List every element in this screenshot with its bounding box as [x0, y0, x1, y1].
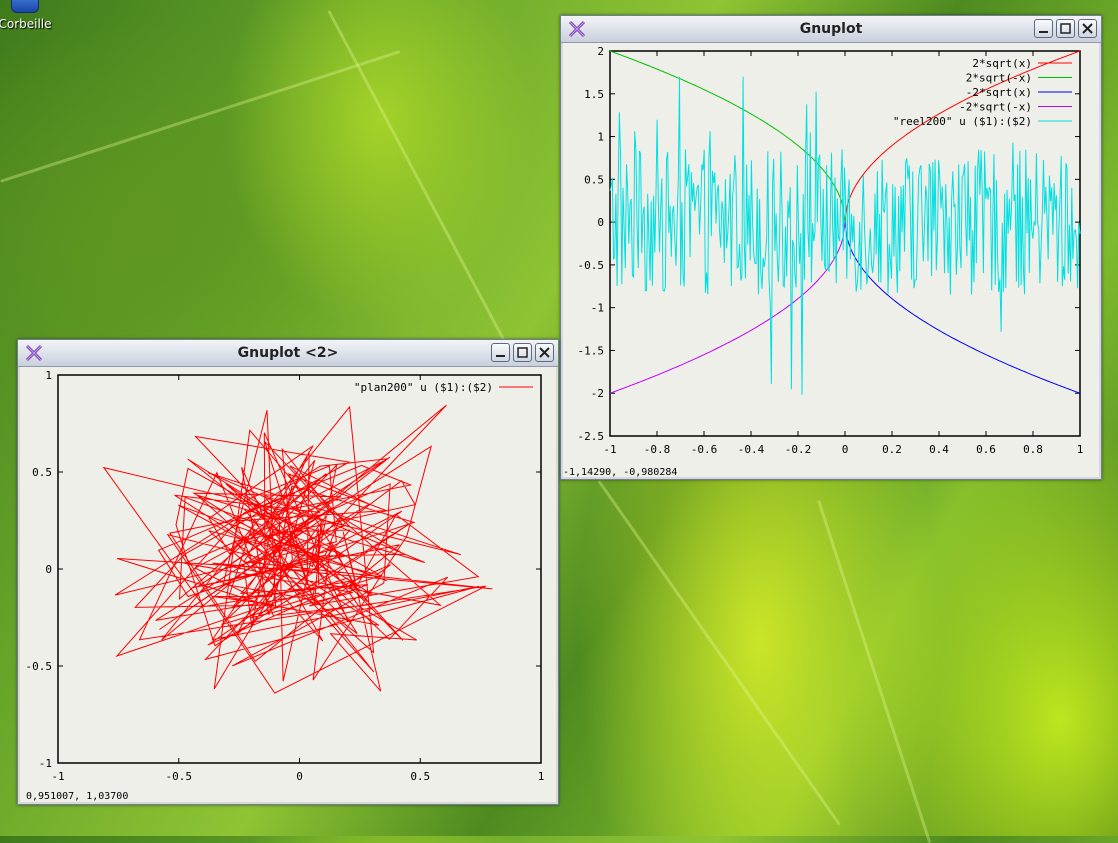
x-tick-label: 0	[842, 443, 849, 456]
legend-entry: "plan200" u ($1):($2)	[354, 381, 493, 394]
close-button[interactable]	[535, 343, 554, 362]
x-tick-label: 0.5	[410, 770, 430, 783]
window-titlebar[interactable]: Gnuplot	[561, 16, 1101, 43]
y-tick-label: 0	[45, 563, 52, 576]
y-tick-label: 0	[597, 216, 604, 229]
y-tick-label: 1	[45, 369, 52, 382]
gnuplot-2-window[interactable]: Gnuplot <2> -1 -0.5 0 0.5 1 1 0.5 0 -0.5 -1 "plan2…	[17, 339, 559, 805]
maximize-icon	[1060, 23, 1071, 34]
chart: -1 -0.8 -0.6 -0.4 -0.2 0 0.2 0.4 0.6 0.8 1 2 1.5 1 0.5…	[578, 45, 1084, 456]
legend-entry: -2*sqrt(-x)	[959, 101, 1032, 114]
y-tick-label: -1	[591, 302, 604, 315]
wallpaper-leaf-vein	[817, 500, 932, 843]
x-tick-label: -0.8	[644, 443, 671, 456]
wallpaper-leaf-vein	[0, 50, 401, 183]
y-tick-label: -1.5	[578, 344, 605, 357]
close-icon	[539, 347, 550, 358]
desktop-trash-label: Corbeille	[0, 17, 52, 31]
series-line	[102, 404, 493, 694]
maximize-button[interactable]	[1056, 19, 1075, 38]
maximize-button[interactable]	[513, 343, 532, 362]
minimize-icon	[1039, 31, 1048, 33]
legend-entry: 2*sqrt(-x)	[966, 72, 1032, 85]
x-tick-label: 0	[296, 770, 303, 783]
y-tick-label: -1	[39, 757, 52, 770]
x-tick-label: 1	[538, 770, 545, 783]
trash-icon	[11, 0, 39, 13]
close-icon	[1082, 23, 1093, 34]
plot-canvas[interactable]: -1 -0.5 0 0.5 1 1 0.5 0 -0.5 -1 "plan200" u ($1):(…	[20, 367, 556, 802]
y-tick-label: -2.5	[578, 430, 605, 443]
series-line	[609, 222, 846, 394]
x-tick-label: 0.8	[1023, 443, 1043, 456]
plot-canvas[interactable]: -1 -0.8 -0.6 -0.4 -0.2 0 0.2 0.4 0.6 0.8 1 2 1.5 1 0.5…	[563, 43, 1099, 478]
y-tick-label: -0.5	[26, 660, 53, 673]
minimize-icon	[496, 355, 505, 357]
window-titlebar[interactable]: Gnuplot <2>	[18, 340, 558, 367]
legend-entry: 2*sqrt(x)	[972, 57, 1032, 70]
x-tick-label: 1	[1077, 443, 1084, 456]
x-tick-label: -1	[603, 443, 616, 456]
legend-entry: "reel200" u ($1):($2)	[893, 115, 1032, 128]
y-tick-label: 0.5	[32, 466, 52, 479]
minimize-button[interactable]	[491, 343, 510, 362]
chart: -1 -0.5 0 0.5 1 1 0.5 0 -0.5 -1 "plan200" u ($1):(…	[26, 369, 545, 783]
window-title: Gnuplot <2>	[237, 345, 339, 361]
desktop-trash[interactable]: Corbeille	[0, 0, 60, 31]
y-tick-label: -2	[591, 387, 604, 400]
legend-entry: -2*sqrt(x)	[966, 86, 1032, 99]
minimize-button[interactable]	[1034, 19, 1053, 38]
maximize-icon	[517, 347, 528, 358]
gnuplot-window[interactable]: Gnuplot -1 -0.8 -0.6 -0.4 -0.2 0 0.2 0.4 0.6 0.8 1…	[560, 15, 1102, 480]
x-tick-label: 0.2	[882, 443, 902, 456]
wallpaper-leaf-vein	[597, 480, 841, 826]
x-tick-label: 0.6	[976, 443, 996, 456]
window-title: Gnuplot	[799, 21, 863, 37]
y-tick-label: -0.5	[578, 259, 605, 272]
y-tick-label: 1	[597, 131, 604, 144]
coordinate-readout: -1,14290, -0,980284	[563, 467, 678, 478]
y-tick-label: 2	[597, 45, 604, 58]
x-tick-label: -0.6	[691, 443, 718, 456]
y-tick-label: 0.5	[584, 173, 604, 186]
coordinate-readout: 0,951007, 1,03700	[26, 791, 129, 802]
y-tick-label: 1.5	[584, 88, 604, 101]
x-tick-label: -0.4	[738, 443, 765, 456]
x-tick-label: 0.4	[929, 443, 949, 456]
close-button[interactable]	[1078, 19, 1097, 38]
x-tick-label: -1	[51, 770, 64, 783]
wallpaper-leaf-vein	[327, 10, 509, 347]
x-tick-label: -0.5	[166, 770, 193, 783]
x-tick-label: -0.2	[785, 443, 812, 456]
